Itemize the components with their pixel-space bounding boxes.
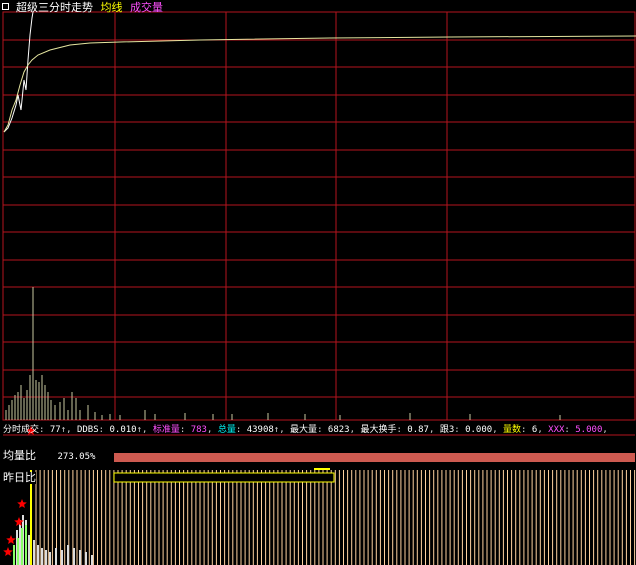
max-turnover-label: 最大换手	[360, 425, 397, 435]
ex3-value: 0.000	[465, 425, 493, 435]
avg-line-label: 均线	[100, 1, 123, 14]
price-grid	[2, 11, 636, 421]
red-star-icon	[17, 499, 27, 508]
avg-ratio-label: 均量比	[3, 449, 36, 462]
stats-line: 分时成交: 77↑, DDBS: 0.010↑, 标准量: 783, 总量: 4…	[3, 425, 608, 435]
small-square-icon[interactable]	[2, 3, 9, 10]
price-lines	[3, 11, 636, 133]
xxx-label: XXX	[548, 425, 565, 435]
total-label: 总量	[217, 425, 236, 435]
red-star-icon	[6, 535, 16, 544]
total-value: 43908	[246, 425, 274, 435]
ex3-label: 跟3	[439, 425, 455, 435]
count-label: 量数	[503, 425, 522, 435]
xxx-value: 5.000	[575, 425, 603, 435]
avg-price-line	[3, 35, 636, 133]
avg-ratio-row: 均量比 273.05%	[3, 450, 95, 463]
indicator-name: 超级三分时走势	[16, 1, 93, 14]
ddbs-value: 0.010	[109, 425, 137, 435]
prev-day-ratio-label: 昨日比	[3, 471, 36, 484]
intraday-chart	[2, 11, 636, 565]
prev-day-ratio-box	[113, 472, 335, 483]
standard-label: 标准量	[152, 425, 180, 435]
max-vol-label: 最大量	[290, 425, 318, 435]
ratio-panel	[3, 426, 636, 565]
count-value: 6	[531, 425, 538, 435]
fenshi-value: 77	[49, 425, 61, 435]
minute-volume-bars	[5, 287, 561, 420]
standard-value: 783	[190, 425, 207, 435]
max-turnover-value: 0.87	[407, 425, 429, 435]
fenshi-label: 分时成交	[3, 425, 40, 435]
chart-title: 超级三分时走势 均线 成交量	[16, 2, 163, 14]
volume-label: 成交量	[130, 1, 163, 14]
max-vol-value: 6823	[327, 425, 350, 435]
avg-ratio-value: 273.05%	[57, 452, 96, 462]
avg-ratio-bar	[114, 453, 635, 462]
red-star-icon	[3, 547, 13, 556]
grid-border	[2, 11, 636, 421]
price-line	[3, 11, 34, 133]
ddbs-label: DDBS	[76, 425, 99, 435]
